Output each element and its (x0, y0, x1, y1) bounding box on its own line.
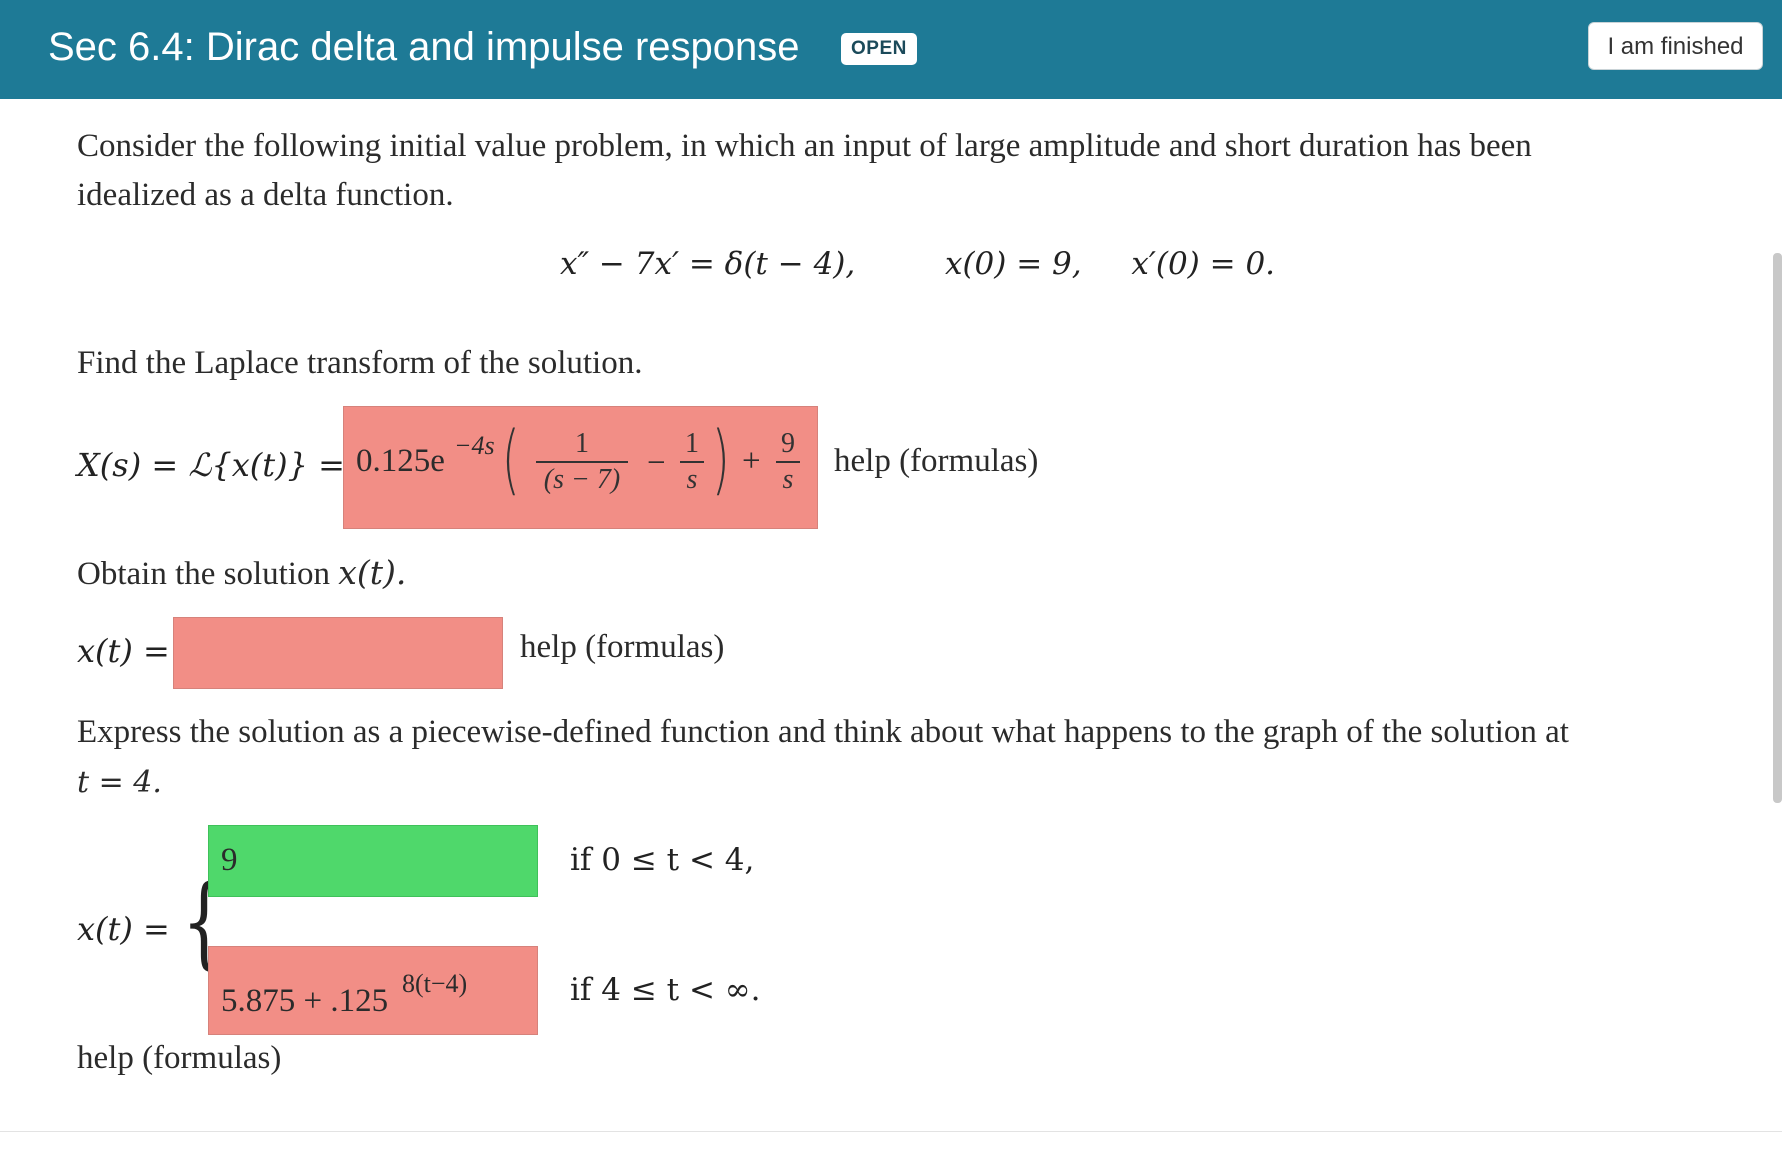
part2-prompt: Obtain the solution x(t). (77, 553, 407, 592)
ode: x″ − 7x′ = δ(t − 4), (560, 246, 856, 282)
initial-condition-dx: x′(0) = 0. (1131, 246, 1276, 282)
plus-sign: + (742, 443, 761, 479)
finish-button[interactable]: I am finished (1588, 22, 1763, 70)
help-formulas-link-3[interactable]: help (formulas) (77, 1040, 281, 1077)
ivp-equation: x″ − 7x′ = δ(t − 4), x(0) = 9, x′(0) = 0… (560, 246, 1275, 282)
fraction-2: 1 s (680, 429, 704, 495)
right-paren: ) (711, 414, 730, 503)
help-formulas-link-1[interactable]: help (formulas) (834, 443, 1038, 480)
page-title: Sec 6.4: Dirac delta and impulse respons… (48, 25, 800, 69)
minus-sign: − (647, 445, 666, 481)
scrollbar[interactable] (1773, 253, 1782, 803)
help-formulas-link-2[interactable]: help (formulas) (520, 629, 724, 666)
fraction-1: 1 (s − 7) (536, 429, 628, 495)
piece1-condition: if 0 ≤ t < 4, (570, 842, 755, 878)
part3-label: x(t) = (77, 910, 170, 948)
laplace-answer-field[interactable]: 0.125e −4s ( 1 (s − 7) − 1 s ) + 9 s (343, 406, 818, 529)
solution-answer-field[interactable] (173, 617, 503, 689)
part3-prompt-line-2: t = 4. (77, 765, 162, 800)
assignment-header: Sec 6.4: Dirac delta and impulse respons… (0, 0, 1782, 99)
divider (0, 1131, 1782, 1132)
answer-coefficient: 0.125e (356, 443, 445, 479)
status-badge: OPEN (841, 33, 917, 65)
intro-line-2: idealized as a delta function. (77, 177, 454, 213)
piece2-answer-field[interactable]: 5.875 + .125 8(t−4) (208, 946, 538, 1035)
answer-exponent: −4s (454, 431, 495, 460)
piece1-answer-field[interactable]: 9 (208, 825, 538, 897)
piece2-condition: if 4 ≤ t < ∞. (570, 972, 761, 1008)
part1-prompt: Find the Laplace transform of the soluti… (77, 345, 643, 381)
part1-label: X(s) = ℒ{x(t)} = (77, 446, 345, 484)
intro-line-1: Consider the following initial value pro… (77, 128, 1532, 164)
left-paren: ( (501, 414, 520, 503)
part2-label: x(t) = (77, 632, 170, 670)
initial-condition-x: x(0) = 9, (944, 246, 1082, 282)
fraction-3: 9 s (776, 429, 800, 495)
part3-prompt-line-1: Express the solution as a piecewise-defi… (77, 714, 1569, 750)
